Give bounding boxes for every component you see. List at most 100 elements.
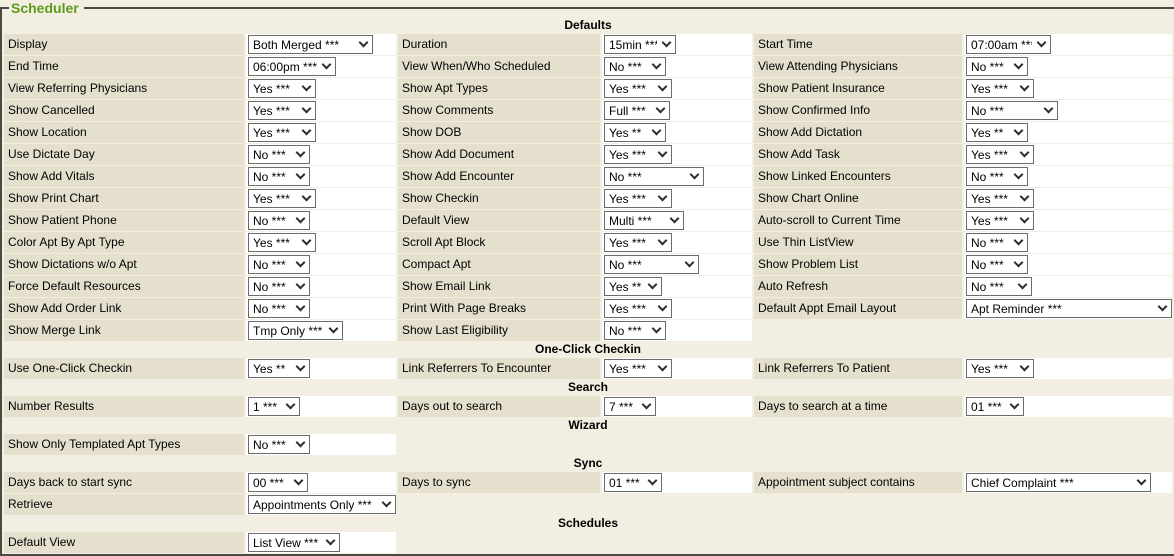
show_apt_types-select[interactable]: Yes ***: [604, 79, 672, 98]
chevron-down-icon: [1018, 280, 1028, 290]
default_appt_email_layout-select[interactable]: Apt Reminder ***: [966, 299, 1172, 318]
show_only_templated-select[interactable]: No ***: [248, 435, 310, 454]
show_confirmed_info-select[interactable]: No ***: [966, 101, 1058, 120]
show_print_chart-label: Show Print Chart: [4, 188, 244, 209]
view_attending-select[interactable]: No ***: [966, 57, 1028, 76]
chevron-down-icon: [302, 236, 312, 246]
view_when_who-select[interactable]: No ***: [604, 57, 666, 76]
show_chart_online-value-cell: Yes ***: [964, 188, 1172, 209]
selected-value: Yes ***: [253, 192, 290, 206]
selected-value: No ***: [253, 214, 286, 228]
view_referring-value-cell: Yes ***: [246, 78, 396, 99]
force_default_resources-label: Force Default Resources: [4, 276, 244, 297]
days_to_sync-select[interactable]: 01 ***: [604, 473, 662, 492]
show_add_vitals-value-cell: No ***: [246, 166, 396, 187]
show_cancelled-select[interactable]: Yes ***: [248, 101, 316, 120]
appt_subject_contains-select[interactable]: Chief Complaint ***: [966, 473, 1151, 492]
color_apt-value-cell: Yes ***: [246, 232, 396, 253]
show_location-select[interactable]: Yes ***: [248, 123, 316, 142]
show_patient_insurance-value-cell: Yes ***: [964, 78, 1172, 99]
show_problem_list-select[interactable]: No ***: [966, 255, 1028, 274]
section-header: One-Click Checkin: [4, 342, 1172, 357]
use_thin_listview-select[interactable]: No ***: [966, 233, 1028, 252]
auto_scroll-select[interactable]: Yes ***: [966, 211, 1034, 230]
use_one_click_checkin-select[interactable]: Yes **: [248, 359, 310, 378]
chevron-down-icon: [322, 60, 332, 70]
show_add_document-select[interactable]: Yes ***: [604, 145, 672, 164]
display-select[interactable]: Both Merged ***: [248, 35, 373, 54]
compact_apt-select[interactable]: No ***: [604, 255, 699, 274]
scheduler-panel: Scheduler DefaultsDisplayBoth Merged ***…: [0, 0, 1174, 556]
show_email_link-select[interactable]: Yes **: [604, 277, 662, 296]
show_add_task-select[interactable]: Yes ***: [966, 145, 1034, 164]
show_add_vitals-select[interactable]: No ***: [248, 167, 310, 186]
chevron-down-icon: [648, 280, 658, 290]
default_view_schedules-select[interactable]: List View ***: [248, 533, 340, 552]
display-label: Display: [4, 34, 244, 55]
retrieve-select[interactable]: Appointments Only ***: [248, 495, 396, 514]
link_ref_encounter-select[interactable]: Yes ***: [604, 359, 672, 378]
chevron-down-icon: [1020, 148, 1030, 158]
show_location-label: Show Location: [4, 122, 244, 143]
show_print_chart-select[interactable]: Yes ***: [248, 189, 316, 208]
print_page_breaks-select[interactable]: Yes ***: [604, 299, 672, 318]
auto_refresh-select[interactable]: No ***: [966, 277, 1032, 296]
show_confirmed_info-value-cell: No ***: [964, 100, 1172, 121]
days_back_sync-select[interactable]: 00 ***: [248, 473, 308, 492]
show_last_eligibility-select[interactable]: No ***: [604, 321, 666, 340]
selected-value: No ***: [609, 258, 642, 272]
chevron-down-icon: [642, 400, 652, 410]
start_time-select[interactable]: 07:00am ***: [966, 35, 1051, 54]
show_chart_online-select[interactable]: Yes ***: [966, 189, 1034, 208]
use_dictate_day-select[interactable]: No ***: [248, 145, 310, 164]
show_add_dictation-select[interactable]: Yes **: [966, 123, 1028, 142]
selected-value: Apt Reminder ***: [971, 302, 1062, 316]
chevron-down-icon: [296, 258, 306, 268]
days_search_at_time-select[interactable]: 01 ***: [966, 397, 1024, 416]
force_default_resources-select[interactable]: No ***: [248, 277, 310, 296]
selected-value: No ***: [253, 148, 286, 162]
use_one_click_checkin-value-cell: Yes **: [246, 358, 396, 379]
show_apt_types-value-cell: Yes ***: [602, 78, 752, 99]
show_add_order_link-select[interactable]: No ***: [248, 299, 310, 318]
chevron-down-icon: [662, 38, 672, 48]
section-header: Sync: [4, 456, 1172, 471]
start_time-value-cell: 07:00am ***: [964, 34, 1172, 55]
chevron-down-icon: [652, 60, 662, 70]
selected-value: No ***: [609, 60, 642, 74]
link_ref_patient-select[interactable]: Yes ***: [966, 359, 1034, 378]
show_merge_link-select[interactable]: Tmp Only ***: [248, 321, 343, 340]
view_referring-label: View Referring Physicians: [4, 78, 244, 99]
duration-select[interactable]: 15min ***: [604, 35, 676, 54]
show_dictations_wo_apt-select[interactable]: No ***: [248, 255, 310, 274]
chevron-down-icon: [1014, 258, 1024, 268]
show_only_templated-label: Show Only Templated Apt Types: [4, 434, 244, 455]
show_email_link-label: Show Email Link: [398, 276, 600, 297]
show_patient_insurance-select[interactable]: Yes ***: [966, 79, 1034, 98]
show_checkin-select[interactable]: Yes ***: [604, 189, 672, 208]
selected-value: Full ***: [609, 104, 646, 118]
default_view-select[interactable]: Multi ***: [604, 211, 684, 230]
show_comments-select[interactable]: Full ***: [604, 101, 670, 120]
selected-value: 01 ***: [609, 476, 640, 490]
show_dob-select[interactable]: Yes **: [604, 123, 666, 142]
chevron-down-icon: [685, 258, 695, 268]
chevron-down-icon: [690, 170, 700, 180]
chevron-down-icon: [286, 400, 296, 410]
end_time-label: End Time: [4, 56, 244, 77]
selected-value: Chief Complaint ***: [971, 476, 1074, 490]
show_linked_encounters-select[interactable]: No ***: [966, 167, 1028, 186]
show_chart_online-label: Show Chart Online: [754, 188, 962, 209]
view_referring-select[interactable]: Yes ***: [248, 79, 316, 98]
show_cancelled-label: Show Cancelled: [4, 100, 244, 121]
show_problem_list-label: Show Problem List: [754, 254, 962, 275]
color_apt-select[interactable]: Yes ***: [248, 233, 316, 252]
show_patient_phone-select[interactable]: No ***: [248, 211, 310, 230]
days_out_search-select[interactable]: 7 ***: [604, 397, 656, 416]
scroll_apt_block-select[interactable]: Yes ***: [604, 233, 672, 252]
chevron-down-icon: [294, 476, 304, 486]
number_results-select[interactable]: 1 ***: [248, 397, 300, 416]
show_add_encounter-select[interactable]: No ***: [604, 167, 704, 186]
chevron-down-icon: [296, 438, 306, 448]
end_time-select[interactable]: 06:00pm ***: [248, 57, 336, 76]
